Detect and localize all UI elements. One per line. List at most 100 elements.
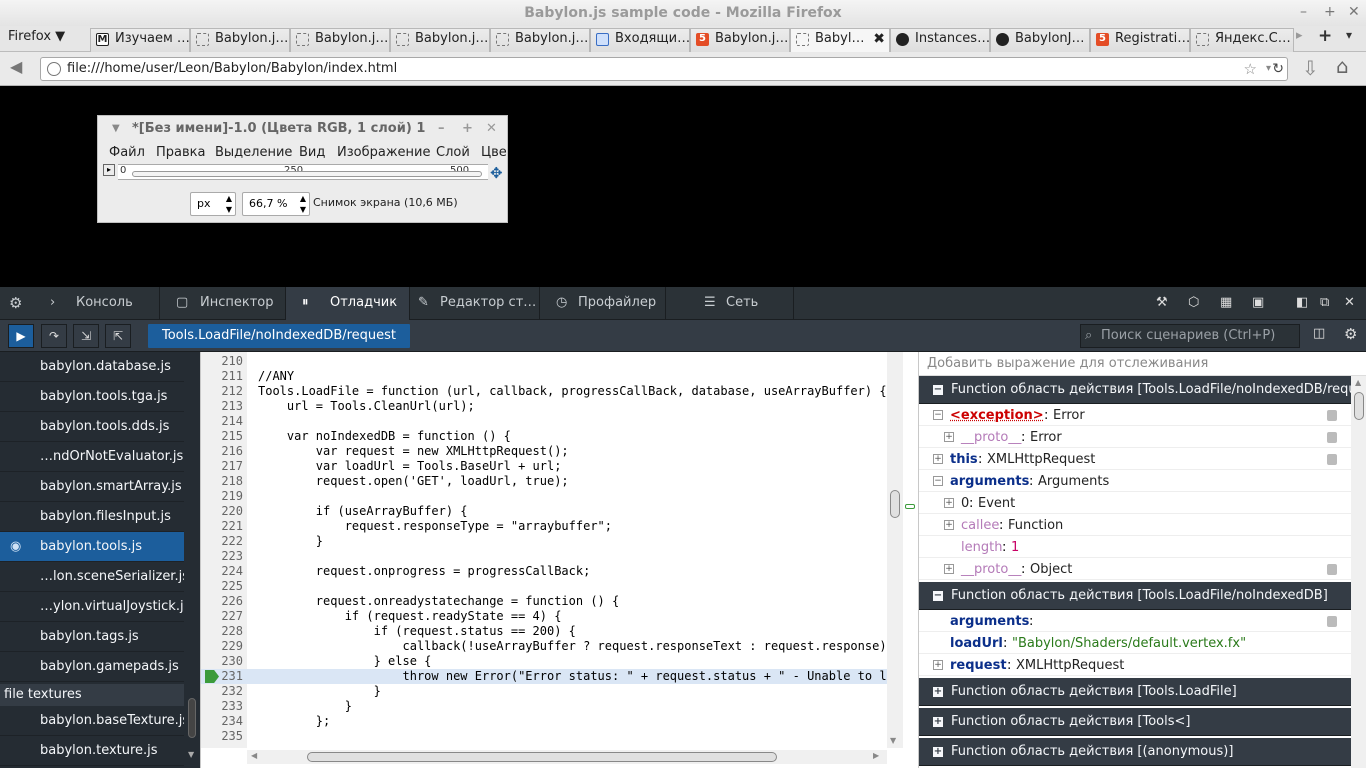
editor-vertical-scrollbar[interactable]: ▼ — [887, 352, 903, 748]
variable-row[interactable]: arguments: — [919, 611, 1351, 632]
gimp-close-icon[interactable]: ✕ — [486, 116, 497, 142]
gimp-menu-image[interactable]: Изображение — [337, 142, 430, 164]
scroll-thumb[interactable] — [890, 490, 900, 518]
close-tab-icon[interactable]: ✖ — [873, 29, 885, 49]
scroll-right-icon[interactable]: ▶ — [873, 751, 879, 760]
variable-row[interactable]: loadUrl: "Babylon/Shaders/default.vertex.… — [919, 633, 1351, 654]
source-file-item[interactable]: babylon.database.js — [0, 352, 184, 382]
code-line[interactable]: 222 } — [201, 534, 887, 549]
tab-4[interactable]: Babylon.j… — [390, 28, 490, 52]
scope-header[interactable]: + Function область действия [Tools<] — [919, 708, 1351, 736]
scroll-down-icon[interactable]: ▼ — [188, 750, 194, 759]
tab-5[interactable]: Babylon.j… — [490, 28, 590, 52]
code-line[interactable]: 219 — [201, 489, 887, 504]
source-file-item[interactable]: …lon.sceneSerializer.js — [0, 562, 189, 592]
source-file-item[interactable]: babylon.tools.tga.js — [0, 382, 184, 412]
expand-icon[interactable]: + — [944, 520, 954, 530]
tab-console[interactable]: › Консоль — [34, 287, 160, 320]
expand-icon[interactable]: + — [944, 564, 954, 574]
firefox-menu-button[interactable]: Firefox ▼ — [0, 26, 88, 52]
scroll-thumb[interactable] — [1354, 392, 1364, 420]
expand-icon[interactable]: + — [944, 432, 954, 442]
collapse-icon[interactable]: − — [933, 385, 943, 395]
3d-view-icon[interactable]: ⬡ — [1188, 295, 1199, 310]
gimp-image-window[interactable]: ▼ *[Без имени]-1.0 (Цвета RGB, 1 слой) 1… — [97, 115, 508, 223]
tab-10[interactable]: BabylonJ… — [990, 28, 1090, 52]
close-window-icon[interactable]: ✕ — [1348, 0, 1360, 26]
scope-header[interactable]: + Function область действия [(anonymous)] — [919, 738, 1351, 766]
code-line[interactable]: 212 Tools.LoadFile = function (url, callb… — [201, 384, 887, 399]
variable-row[interactable]: +0: Event — [919, 493, 1351, 514]
source-file-item[interactable]: babylon.filesInput.js — [0, 502, 184, 532]
scroll-down-icon[interactable]: ▼ — [890, 736, 896, 745]
code-line[interactable]: 228 if (request.status == 200) { — [201, 624, 887, 639]
step-in-button[interactable]: ⇲ — [73, 324, 99, 348]
gimp-menu-layer[interactable]: Слой — [436, 142, 470, 164]
source-file-item[interactable]: babylon.baseTexture.js — [0, 706, 189, 736]
tab-8[interactable]: Babyl… ✖ — [790, 28, 890, 52]
navigate-icon[interactable]: ✥ — [490, 164, 503, 182]
collapse-icon[interactable]: − — [933, 591, 943, 601]
code-line[interactable]: 232 } — [201, 684, 887, 699]
unit-selector[interactable]: px ▲ ▼ — [190, 192, 236, 216]
tab-2[interactable]: Babylon.j… — [190, 28, 290, 52]
tab-network[interactable]: ☰ Сеть — [666, 287, 794, 320]
developer-toolbar-icon[interactable]: ⚒ — [1156, 295, 1168, 310]
code-line[interactable]: 217 var loadUrl = Tools.BaseUrl + url; — [201, 459, 887, 474]
code-line[interactable]: 215 var noIndexedDB = function () { — [201, 429, 887, 444]
code-line[interactable]: 227 if (request.readyState == 4) { — [201, 609, 887, 624]
code-line[interactable]: 211 //ANY — [201, 369, 887, 384]
variable-row[interactable]: − arguments: Arguments — [919, 471, 1351, 492]
source-file-item[interactable]: babylon.gamepads.js — [0, 652, 184, 682]
source-file-item[interactable]: babylon.texture.js — [0, 736, 184, 766]
source-file-item[interactable]: babylon.tags.js — [0, 622, 184, 652]
source-file-item[interactable]: ◉ babylon.tools.js — [0, 532, 184, 562]
code-line[interactable]: 229 callback(!useArrayBuffer ? request.r… — [201, 639, 893, 654]
scroll-up-icon[interactable]: ▲ — [1355, 378, 1361, 387]
gimp-menu-file[interactable]: Файл — [109, 142, 145, 164]
url-bar[interactable]: file:///home/user/Leon/Babylon/Babylon/i… — [40, 57, 1288, 81]
code-line[interactable]: 218 request.open('GET', loadUrl, true); — [201, 474, 887, 489]
code-line[interactable]: 234 }; — [201, 714, 887, 729]
paint-flashing-icon[interactable]: ▦ — [1220, 295, 1232, 310]
source-file-item[interactable]: babylon.smartArray.js — [0, 472, 184, 502]
expand-icon[interactable]: + — [933, 747, 943, 757]
script-search-input[interactable]: ⌕ Поиск сценариев (Ctrl+P) — [1080, 324, 1300, 348]
variable-row[interactable]: + request: XMLHttpRequest — [919, 655, 1351, 676]
tab-list-icon[interactable]: ▾ — [1346, 28, 1352, 42]
variable-row[interactable]: + __proto__: Error — [919, 427, 1351, 448]
reload-icon[interactable]: ↻ — [1272, 58, 1284, 80]
variable-row[interactable]: − <exception>: Error — [919, 405, 1351, 426]
tab-1[interactable]: M Изучаем … — [90, 28, 190, 52]
expand-icon[interactable]: + — [933, 717, 943, 727]
tab-scroll-right-icon[interactable]: ▸ — [1296, 28, 1303, 43]
tab-style-editor[interactable]: ✎ Редактор ст… — [410, 287, 540, 320]
toggle-panes-icon[interactable]: ◫ — [1313, 326, 1325, 341]
expand-icon[interactable]: + — [933, 687, 943, 697]
zoom-field[interactable]: 66,7 % ▲ ▼ — [242, 192, 310, 216]
code-editor[interactable]: 210 211 //ANY 212 Tools.LoadFile = function … — [200, 352, 918, 768]
scope-header[interactable]: − Function область действия [Tools.LoadFi… — [919, 376, 1351, 404]
responsive-mode-icon[interactable]: ▣ — [1252, 295, 1264, 310]
scope-header[interactable]: − Function область действия [Tools.LoadFi… — [919, 582, 1351, 610]
tab-7[interactable]: 5 Babylon.j… — [690, 28, 790, 52]
step-over-button[interactable]: ↷ — [41, 324, 67, 348]
code-line[interactable]: 230 } else { — [201, 654, 887, 669]
gimp-maximize-icon[interactable]: + — [462, 116, 473, 142]
variable-row[interactable]: + callee: Function — [919, 515, 1351, 536]
bookmark-star-icon[interactable]: ☆ — [1244, 58, 1257, 80]
code-line[interactable]: 210 — [201, 354, 887, 369]
gimp-menu-view[interactable]: Вид — [299, 142, 325, 164]
gimp-menu-colors[interactable]: Цве — [481, 142, 507, 164]
tab-12[interactable]: Яндекс.С… — [1190, 28, 1294, 52]
code-line[interactable]: 223 — [201, 549, 887, 564]
code-line[interactable]: 231 throw new Error("Error status: " + r… — [201, 669, 901, 684]
stack-breadcrumb[interactable]: Tools.LoadFile/noIndexedDB/request — [148, 324, 411, 348]
download-icon[interactable]: ⇩ — [1302, 56, 1319, 80]
gimp-minimize-icon[interactable]: – — [438, 116, 445, 142]
code-line[interactable]: 235 — [201, 729, 887, 744]
tab-6[interactable]: Входящи… — [590, 28, 690, 52]
collapse-icon[interactable]: − — [933, 410, 943, 420]
tab-debugger[interactable]: ⏸ Отладчик — [286, 287, 410, 320]
code-line[interactable]: 221 request.responseType = "arraybuffer"… — [201, 519, 887, 534]
